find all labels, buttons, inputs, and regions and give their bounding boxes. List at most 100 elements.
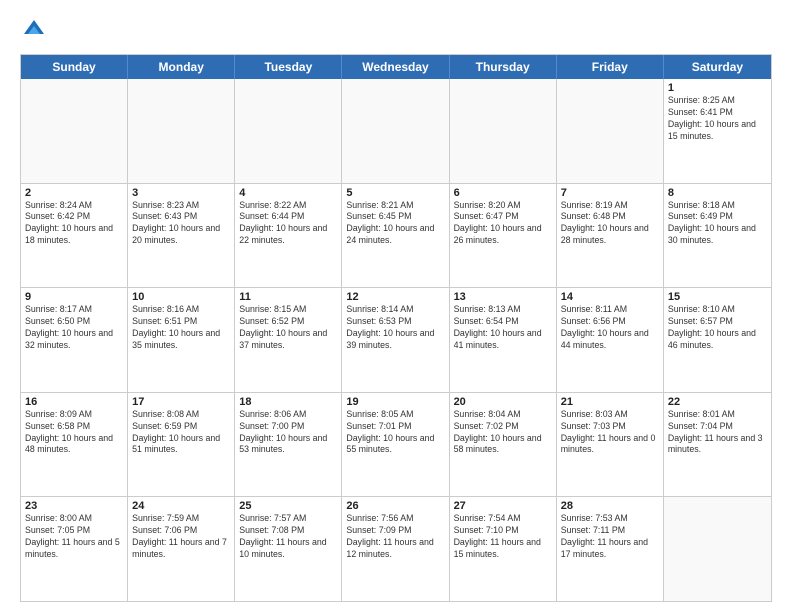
- day-cell-24: 24Sunrise: 7:59 AM Sunset: 7:06 PM Dayli…: [128, 497, 235, 601]
- day-number: 24: [132, 500, 230, 512]
- day-cell-25: 25Sunrise: 7:57 AM Sunset: 7:08 PM Dayli…: [235, 497, 342, 601]
- calendar-body: 1Sunrise: 8:25 AM Sunset: 6:41 PM Daylig…: [21, 79, 771, 601]
- day-info: Sunrise: 8:05 AM Sunset: 7:01 PM Dayligh…: [346, 409, 444, 457]
- day-info: Sunrise: 8:22 AM Sunset: 6:44 PM Dayligh…: [239, 200, 337, 248]
- day-cell-18: 18Sunrise: 8:06 AM Sunset: 7:00 PM Dayli…: [235, 393, 342, 497]
- day-cell-9: 9Sunrise: 8:17 AM Sunset: 6:50 PM Daylig…: [21, 288, 128, 392]
- day-number: 17: [132, 396, 230, 408]
- day-cell-17: 17Sunrise: 8:08 AM Sunset: 6:59 PM Dayli…: [128, 393, 235, 497]
- day-number: 26: [346, 500, 444, 512]
- day-number: 2: [25, 187, 123, 199]
- day-cell-22: 22Sunrise: 8:01 AM Sunset: 7:04 PM Dayli…: [664, 393, 771, 497]
- calendar-row-1: 2Sunrise: 8:24 AM Sunset: 6:42 PM Daylig…: [21, 184, 771, 289]
- day-info: Sunrise: 8:03 AM Sunset: 7:03 PM Dayligh…: [561, 409, 659, 457]
- day-cell-16: 16Sunrise: 8:09 AM Sunset: 6:58 PM Dayli…: [21, 393, 128, 497]
- day-info: Sunrise: 8:11 AM Sunset: 6:56 PM Dayligh…: [561, 304, 659, 352]
- day-number: 21: [561, 396, 659, 408]
- empty-cell: [664, 497, 771, 601]
- page: SundayMondayTuesdayWednesdayThursdayFrid…: [0, 0, 792, 612]
- day-info: Sunrise: 8:09 AM Sunset: 6:58 PM Dayligh…: [25, 409, 123, 457]
- header-day-friday: Friday: [557, 55, 664, 79]
- day-cell-14: 14Sunrise: 8:11 AM Sunset: 6:56 PM Dayli…: [557, 288, 664, 392]
- day-cell-13: 13Sunrise: 8:13 AM Sunset: 6:54 PM Dayli…: [450, 288, 557, 392]
- calendar-row-2: 9Sunrise: 8:17 AM Sunset: 6:50 PM Daylig…: [21, 288, 771, 393]
- day-number: 14: [561, 291, 659, 303]
- day-number: 5: [346, 187, 444, 199]
- day-cell-8: 8Sunrise: 8:18 AM Sunset: 6:49 PM Daylig…: [664, 184, 771, 288]
- day-number: 10: [132, 291, 230, 303]
- day-cell-19: 19Sunrise: 8:05 AM Sunset: 7:01 PM Dayli…: [342, 393, 449, 497]
- empty-cell: [342, 79, 449, 183]
- day-cell-23: 23Sunrise: 8:00 AM Sunset: 7:05 PM Dayli…: [21, 497, 128, 601]
- day-info: Sunrise: 8:14 AM Sunset: 6:53 PM Dayligh…: [346, 304, 444, 352]
- day-number: 27: [454, 500, 552, 512]
- day-info: Sunrise: 7:53 AM Sunset: 7:11 PM Dayligh…: [561, 513, 659, 561]
- day-info: Sunrise: 8:01 AM Sunset: 7:04 PM Dayligh…: [668, 409, 767, 457]
- day-info: Sunrise: 7:57 AM Sunset: 7:08 PM Dayligh…: [239, 513, 337, 561]
- day-number: 4: [239, 187, 337, 199]
- empty-cell: [557, 79, 664, 183]
- day-cell-4: 4Sunrise: 8:22 AM Sunset: 6:44 PM Daylig…: [235, 184, 342, 288]
- day-info: Sunrise: 8:19 AM Sunset: 6:48 PM Dayligh…: [561, 200, 659, 248]
- day-number: 20: [454, 396, 552, 408]
- day-info: Sunrise: 7:56 AM Sunset: 7:09 PM Dayligh…: [346, 513, 444, 561]
- header-day-thursday: Thursday: [450, 55, 557, 79]
- day-info: Sunrise: 8:20 AM Sunset: 6:47 PM Dayligh…: [454, 200, 552, 248]
- day-number: 18: [239, 396, 337, 408]
- day-cell-21: 21Sunrise: 8:03 AM Sunset: 7:03 PM Dayli…: [557, 393, 664, 497]
- day-number: 7: [561, 187, 659, 199]
- day-number: 13: [454, 291, 552, 303]
- day-cell-6: 6Sunrise: 8:20 AM Sunset: 6:47 PM Daylig…: [450, 184, 557, 288]
- day-cell-15: 15Sunrise: 8:10 AM Sunset: 6:57 PM Dayli…: [664, 288, 771, 392]
- day-info: Sunrise: 7:59 AM Sunset: 7:06 PM Dayligh…: [132, 513, 230, 561]
- calendar: SundayMondayTuesdayWednesdayThursdayFrid…: [20, 54, 772, 602]
- day-number: 22: [668, 396, 767, 408]
- day-info: Sunrise: 8:06 AM Sunset: 7:00 PM Dayligh…: [239, 409, 337, 457]
- day-info: Sunrise: 8:16 AM Sunset: 6:51 PM Dayligh…: [132, 304, 230, 352]
- empty-cell: [128, 79, 235, 183]
- empty-cell: [235, 79, 342, 183]
- day-info: Sunrise: 8:17 AM Sunset: 6:50 PM Dayligh…: [25, 304, 123, 352]
- day-info: Sunrise: 8:25 AM Sunset: 6:41 PM Dayligh…: [668, 95, 767, 143]
- logo: [20, 16, 52, 44]
- day-number: 28: [561, 500, 659, 512]
- empty-cell: [450, 79, 557, 183]
- day-cell-2: 2Sunrise: 8:24 AM Sunset: 6:42 PM Daylig…: [21, 184, 128, 288]
- day-info: Sunrise: 8:04 AM Sunset: 7:02 PM Dayligh…: [454, 409, 552, 457]
- day-cell-11: 11Sunrise: 8:15 AM Sunset: 6:52 PM Dayli…: [235, 288, 342, 392]
- logo-icon: [20, 16, 48, 44]
- day-number: 1: [668, 82, 767, 94]
- day-info: Sunrise: 7:54 AM Sunset: 7:10 PM Dayligh…: [454, 513, 552, 561]
- day-info: Sunrise: 8:10 AM Sunset: 6:57 PM Dayligh…: [668, 304, 767, 352]
- day-number: 8: [668, 187, 767, 199]
- day-cell-12: 12Sunrise: 8:14 AM Sunset: 6:53 PM Dayli…: [342, 288, 449, 392]
- day-number: 12: [346, 291, 444, 303]
- day-info: Sunrise: 8:13 AM Sunset: 6:54 PM Dayligh…: [454, 304, 552, 352]
- header-day-sunday: Sunday: [21, 55, 128, 79]
- day-number: 23: [25, 500, 123, 512]
- day-cell-7: 7Sunrise: 8:19 AM Sunset: 6:48 PM Daylig…: [557, 184, 664, 288]
- day-number: 15: [668, 291, 767, 303]
- empty-cell: [21, 79, 128, 183]
- header: [20, 16, 772, 44]
- day-info: Sunrise: 8:00 AM Sunset: 7:05 PM Dayligh…: [25, 513, 123, 561]
- day-number: 25: [239, 500, 337, 512]
- day-cell-28: 28Sunrise: 7:53 AM Sunset: 7:11 PM Dayli…: [557, 497, 664, 601]
- day-cell-26: 26Sunrise: 7:56 AM Sunset: 7:09 PM Dayli…: [342, 497, 449, 601]
- header-day-wednesday: Wednesday: [342, 55, 449, 79]
- day-info: Sunrise: 8:23 AM Sunset: 6:43 PM Dayligh…: [132, 200, 230, 248]
- header-day-saturday: Saturday: [664, 55, 771, 79]
- day-info: Sunrise: 8:18 AM Sunset: 6:49 PM Dayligh…: [668, 200, 767, 248]
- day-cell-27: 27Sunrise: 7:54 AM Sunset: 7:10 PM Dayli…: [450, 497, 557, 601]
- header-day-tuesday: Tuesday: [235, 55, 342, 79]
- day-info: Sunrise: 8:08 AM Sunset: 6:59 PM Dayligh…: [132, 409, 230, 457]
- calendar-row-3: 16Sunrise: 8:09 AM Sunset: 6:58 PM Dayli…: [21, 393, 771, 498]
- day-cell-20: 20Sunrise: 8:04 AM Sunset: 7:02 PM Dayli…: [450, 393, 557, 497]
- day-number: 19: [346, 396, 444, 408]
- calendar-header: SundayMondayTuesdayWednesdayThursdayFrid…: [21, 55, 771, 79]
- header-day-monday: Monday: [128, 55, 235, 79]
- calendar-row-4: 23Sunrise: 8:00 AM Sunset: 7:05 PM Dayli…: [21, 497, 771, 601]
- day-number: 11: [239, 291, 337, 303]
- day-number: 6: [454, 187, 552, 199]
- day-cell-5: 5Sunrise: 8:21 AM Sunset: 6:45 PM Daylig…: [342, 184, 449, 288]
